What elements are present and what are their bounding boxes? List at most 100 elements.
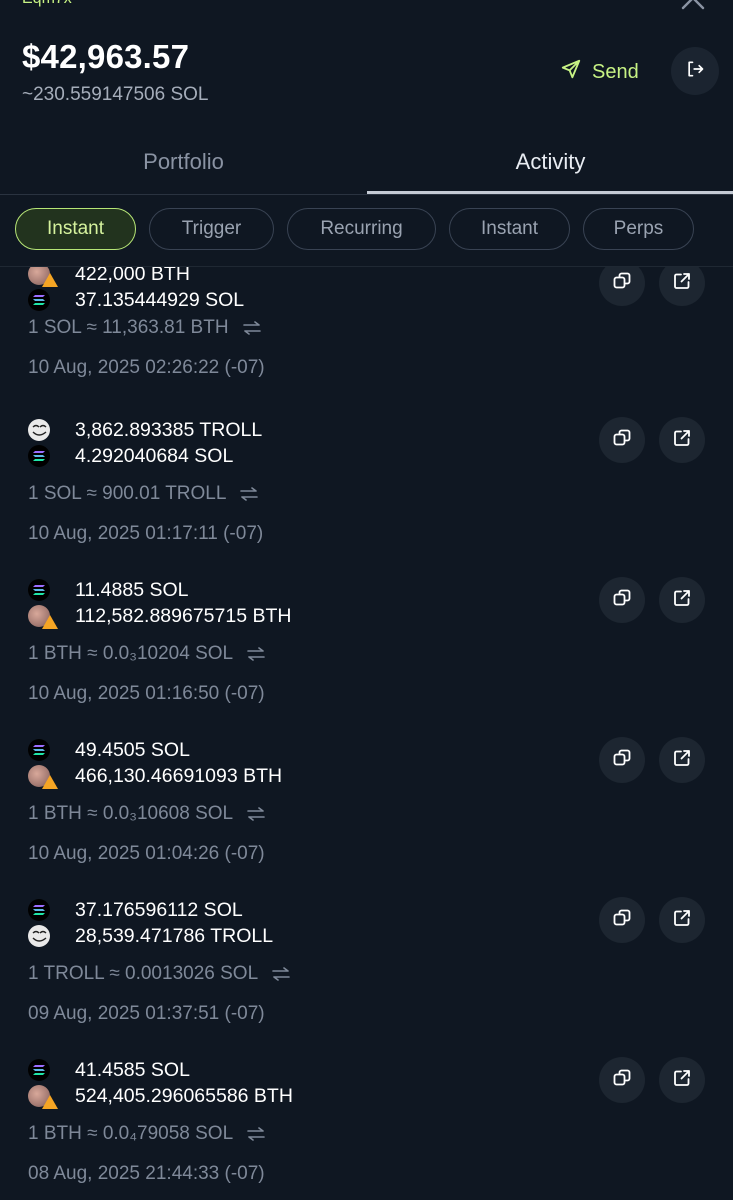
activity-list: 422,000 BTH 37.135444929 SOL 1 SOL ≈ 11,… [0,267,733,1200]
filter-recurring[interactable]: Recurring [287,208,436,250]
filter-instant[interactable]: Instant [15,208,136,250]
timestamp: 10 Aug, 2025 01:17:11 (-07) [28,523,264,544]
troll-token-icon [28,419,50,441]
copy-button[interactable] [599,737,645,783]
swap-rate-icon[interactable] [247,807,265,821]
external-link-icon [673,749,691,772]
token-line-in: 41.4585 SOL [28,1057,190,1083]
open-explorer-button[interactable] [659,737,705,783]
token-line-out: 4.292040684 SOL [28,443,233,469]
activity-row[interactable]: 49.4505 SOL 466,130.46691093 BTH 1 BTH ≈… [0,737,733,897]
timestamp: 08 Aug, 2025 21:44:33 (-07) [28,1163,265,1184]
swap-rate-icon[interactable] [272,967,290,981]
close-icon[interactable] [681,0,705,10]
filter-trigger[interactable]: Trigger [149,208,274,250]
active-tab-indicator [367,191,733,194]
exchange-rate: 1 SOL ≈ 11,363.81 BTH [28,317,261,339]
swap-rate-icon[interactable] [247,1127,265,1141]
bth-token-icon [28,267,58,287]
balance-sol: ~230.559147506 SOL [22,84,209,105]
token-line-out: 112,582.889675715 BTH [28,603,291,629]
timestamp: 10 Aug, 2025 01:16:50 (-07) [28,683,265,704]
sol-token-icon [28,579,50,601]
wallet-address[interactable]: Eqm7x [22,0,72,8]
swap-rate-icon[interactable] [247,647,265,661]
balance-usd: $42,963.57 [22,38,190,75]
external-link-icon [673,1069,691,1092]
troll-token-icon [28,925,50,947]
token-line-out: 28,539.471786 TROLL [28,923,273,949]
token-amount: 112,582.889675715 BTH [75,604,292,627]
sol-token-icon [28,289,50,311]
exchange-rate: 1 SOL ≈ 900.01 TROLL [28,483,259,505]
activity-filters: Instant Trigger Recurring Instant Perps [0,208,733,252]
token-line-in: 3,862.893385 TROLL [28,417,262,443]
rate-text: 1 SOL ≈ 900.01 TROLL [28,483,227,504]
timestamp: 10 Aug, 2025 02:26:22 (-07) [28,357,265,378]
top-bar: Eqm7x [0,0,733,12]
token-line-in: 422,000 BTH [28,267,190,287]
activity-row[interactable]: 11.4885 SOL 112,582.889675715 BTH 1 BTH … [0,577,733,737]
sol-token-icon [28,899,50,921]
swap-rate-icon[interactable] [240,487,259,501]
activity-row[interactable]: 41.4585 SOL 524,405.296065586 BTH 1 BTH … [0,1057,733,1200]
bth-token-icon [28,605,58,629]
external-link-icon [673,429,691,452]
open-explorer-button[interactable] [659,267,705,306]
logout-button[interactable] [671,47,719,95]
open-explorer-button[interactable] [659,417,705,463]
filter-instant-2[interactable]: Instant [449,208,570,250]
token-amount: 466,130.46691093 BTH [75,764,283,787]
filter-perps[interactable]: Perps [583,208,694,250]
logout-icon [685,59,705,84]
sol-token-icon [28,1059,50,1081]
sol-token-icon [28,739,50,761]
copy-icon [613,749,631,772]
exchange-rate: 1 BTH ≈ 0.0₄79058 SOL [28,1123,265,1145]
copy-icon [613,1069,631,1092]
open-explorer-button[interactable] [659,1057,705,1103]
copy-button[interactable] [599,897,645,943]
token-amount: 3,862.893385 TROLL [75,418,263,441]
token-amount: 41.4585 SOL [75,1058,190,1081]
tab-portfolio[interactable]: Portfolio [0,130,367,194]
token-line-in: 11.4885 SOL [28,577,188,603]
rate-text: 1 BTH ≈ 0.0₃10204 SOL [28,643,234,664]
token-line-out: 466,130.46691093 BTH [28,763,282,789]
external-link-icon [673,909,691,932]
token-amount: 37.135444929 SOL [75,288,245,311]
exchange-rate: 1 TROLL ≈ 0.0013026 SOL [28,963,290,985]
rate-text: 1 BTH ≈ 0.0₃10608 SOL [28,803,234,824]
copy-button[interactable] [599,417,645,463]
token-line-in: 49.4505 SOL [28,737,190,763]
external-link-icon [673,272,691,295]
token-line-out: 37.135444929 SOL [28,287,244,313]
activity-row[interactable]: 422,000 BTH 37.135444929 SOL 1 SOL ≈ 11,… [0,267,733,417]
copy-button[interactable] [599,577,645,623]
activity-row[interactable]: 3,862.893385 TROLL 4.292040684 SOL 1 SOL… [0,417,733,577]
rate-text: 1 SOL ≈ 11,363.81 BTH [28,317,229,338]
copy-icon [613,589,631,612]
tab-activity[interactable]: Activity [367,130,733,194]
open-explorer-button[interactable] [659,577,705,623]
swap-rate-icon[interactable] [242,321,261,335]
copy-button[interactable] [599,267,645,306]
exchange-rate: 1 BTH ≈ 0.0₃10608 SOL [28,803,265,825]
copy-icon [613,429,631,452]
timestamp: 09 Aug, 2025 01:37:51 (-07) [28,1003,265,1024]
copy-button[interactable] [599,1057,645,1103]
send-button[interactable]: Send [560,57,639,87]
activity-row[interactable]: 37.176596112 SOL 28,539.471786 TROLL 1 T… [0,897,733,1057]
exchange-rate: 1 BTH ≈ 0.0₃10204 SOL [28,643,265,665]
token-amount: 422,000 BTH [75,267,190,285]
sol-token-icon [28,445,50,467]
rate-text: 1 TROLL ≈ 0.0013026 SOL [28,963,259,984]
bth-token-icon [28,1085,58,1109]
external-link-icon [673,589,691,612]
token-amount: 49.4505 SOL [75,738,190,761]
token-amount: 4.292040684 SOL [75,444,234,467]
token-amount: 524,405.296065586 BTH [75,1084,293,1107]
copy-icon [613,272,631,295]
open-explorer-button[interactable] [659,897,705,943]
send-icon [560,58,582,86]
